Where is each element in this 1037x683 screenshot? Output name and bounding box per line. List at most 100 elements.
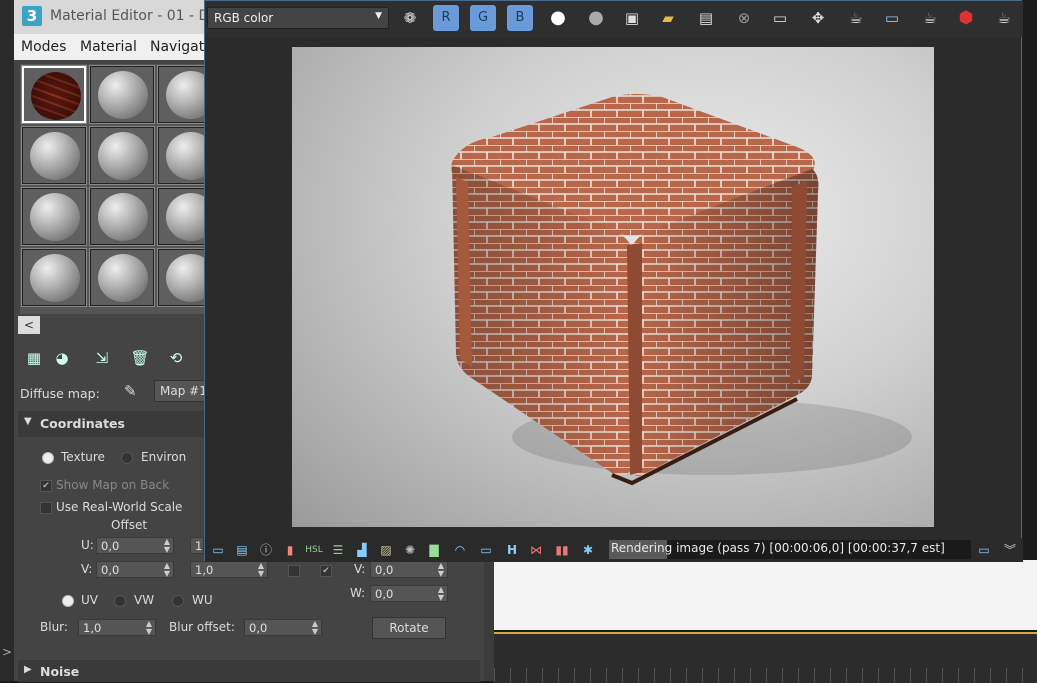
- noise-rollout-header[interactable]: ▶ Noise: [18, 660, 480, 682]
- region-icon[interactable]: ✥: [805, 5, 831, 31]
- collapse-slots-button[interactable]: <: [18, 316, 40, 334]
- expand-arrow-icon: ▼: [24, 416, 32, 427]
- app-logo-icon: 3: [22, 6, 42, 26]
- menu-navigation[interactable]: Navigat: [150, 39, 204, 55]
- teapot-icon[interactable]: ☕: [991, 5, 1017, 31]
- layers-icon[interactable]: ▤: [233, 542, 251, 558]
- lut-icon[interactable]: ▭: [477, 542, 495, 558]
- uv-label: UV: [81, 593, 98, 607]
- frame-buffer-window: RGB color ▼ ❁ R G B ● ● ▣ ▰ ▤ ⊗ ▭ ✥ ☕ ▭ …: [204, 0, 1023, 562]
- material-slot-brick[interactable]: [21, 65, 87, 124]
- channel-dropdown[interactable]: RGB color ▼: [207, 7, 389, 29]
- sphere-preview: [98, 132, 148, 180]
- blur-offset-spinner[interactable]: 0,0 ▲ ▼: [244, 619, 322, 636]
- environ-radio[interactable]: [121, 452, 133, 464]
- show-map-on-back-label: Show Map on Back: [56, 478, 170, 492]
- material-slot[interactable]: [89, 65, 155, 124]
- compare-icon[interactable]: ⋈: [527, 542, 545, 558]
- get-material-icon[interactable]: ▦: [24, 348, 44, 368]
- open-folder-icon[interactable]: ▰: [655, 5, 681, 31]
- viewport-background: [494, 560, 1037, 630]
- sphere-preview: [98, 193, 148, 241]
- display-icon[interactable]: ▭: [767, 5, 793, 31]
- material-slot[interactable]: [89, 187, 155, 246]
- render-status-text: Rendering image (pass 7) [00:00:06,0] [0…: [611, 541, 945, 555]
- frame-buffer-toolbar: RGB color ▼ ❁ R G B ● ● ▣ ▰ ▤ ⊗ ▭ ✥ ☕ ▭ …: [205, 1, 1023, 37]
- green-channel-button[interactable]: G: [470, 5, 496, 31]
- tile-checkbox[interactable]: ✔: [320, 565, 332, 577]
- teapot-region-icon[interactable]: ☕: [917, 5, 943, 31]
- history-icon[interactable]: ▭: [209, 542, 227, 558]
- material-slot[interactable]: [21, 248, 87, 307]
- noise-title: Noise: [40, 664, 80, 679]
- mono-icon[interactable]: ●: [583, 5, 609, 31]
- v-offset-spinner[interactable]: 0,0 ▲ ▼: [96, 561, 174, 578]
- rotate-button[interactable]: Rotate: [372, 617, 446, 639]
- blur-label: Blur:: [40, 620, 68, 634]
- curves-chart-icon[interactable]: ▟: [353, 542, 371, 558]
- material-slot[interactable]: [89, 248, 155, 307]
- material-slot[interactable]: [21, 187, 87, 246]
- blue-channel-button[interactable]: B: [507, 5, 533, 31]
- color-correction-icon[interactable]: ▮: [281, 542, 299, 558]
- put-to-scene-icon[interactable]: ◕: [52, 348, 72, 368]
- side-expand-icon[interactable]: >: [2, 645, 12, 659]
- use-real-world-scale-label: Use Real-World Scale: [56, 500, 183, 514]
- stop-render-icon[interactable]: ⬢: [953, 5, 979, 31]
- w-angle-spinner[interactable]: 0,0 ▲ ▼: [370, 585, 448, 602]
- blur-spinner[interactable]: 1,0 ▲ ▼: [78, 619, 156, 636]
- menu-modes[interactable]: Modes: [21, 39, 66, 55]
- sample-slots-grid: [20, 64, 223, 314]
- wu-label: WU: [192, 593, 213, 607]
- bloom-icon[interactable]: ✺: [401, 542, 419, 558]
- info-icon[interactable]: ⓘ: [257, 542, 275, 558]
- expand-down-icon[interactable]: ︾: [1001, 542, 1019, 558]
- blur-offset-label: Blur offset:: [169, 620, 235, 634]
- uv-radio[interactable]: [62, 595, 74, 607]
- sphere-preview: [30, 254, 80, 302]
- delete-icon[interactable]: 🗑: [130, 348, 150, 368]
- channel-value: RGB color: [214, 11, 274, 25]
- exposure-icon[interactable]: ▨: [377, 542, 395, 558]
- curve-icon[interactable]: ◠: [451, 542, 469, 558]
- mirror-checkbox[interactable]: [288, 565, 300, 577]
- render-viewport[interactable]: [292, 47, 934, 527]
- clipboard-icon[interactable]: ▤: [693, 5, 719, 31]
- save-icon[interactable]: ▣: [619, 5, 645, 31]
- use-real-world-scale-checkbox[interactable]: [40, 502, 52, 514]
- color-channels-icon[interactable]: ❁: [397, 5, 423, 31]
- window-icon[interactable]: ▭: [975, 542, 993, 558]
- timeline-bar[interactable]: [494, 632, 1037, 683]
- image-icon[interactable]: ▇: [425, 542, 443, 558]
- material-slot[interactable]: [21, 126, 87, 185]
- v-angle-spinner[interactable]: 0,0 ▲ ▼: [370, 561, 448, 578]
- red-channel-button[interactable]: R: [433, 5, 459, 31]
- alpha-white-icon[interactable]: ●: [545, 5, 571, 31]
- make-unique-icon[interactable]: ⟲: [166, 348, 186, 368]
- vw-radio[interactable]: [114, 595, 126, 607]
- texture-radio[interactable]: [42, 452, 54, 464]
- u-offset-spinner[interactable]: 0,0 ▲ ▼: [96, 537, 174, 554]
- stamp-icon[interactable]: H: [503, 542, 521, 558]
- v-label: V:: [81, 562, 93, 576]
- menu-material[interactable]: Material: [80, 39, 137, 55]
- u-tiling-spinner[interactable]: 1: [190, 537, 204, 554]
- timeline-ticks: [494, 668, 1037, 682]
- u-label: U:: [81, 538, 94, 552]
- collapsed-arrow-icon: ▶: [24, 664, 32, 675]
- lens-effects-icon[interactable]: ✱: [579, 542, 597, 558]
- frame-buffer-statusbar: ▭ ▤ ⓘ ▮ HSL ☰ ▟ ▨ ✺ ▇ ◠ ▭ H ⋈ ▮▮ ✱ Rende…: [205, 538, 1023, 562]
- vfb-icon[interactable]: ▭: [879, 5, 905, 31]
- material-slot[interactable]: [89, 126, 155, 185]
- split-icon[interactable]: ▮▮: [553, 542, 571, 558]
- clear-icon[interactable]: ⊗: [731, 5, 757, 31]
- wu-radio[interactable]: [172, 595, 184, 607]
- hsl-icon[interactable]: HSL: [305, 542, 323, 558]
- teapot-render-icon[interactable]: ☕: [843, 5, 869, 31]
- show-map-on-back-checkbox[interactable]: ✔: [40, 480, 52, 492]
- v-angle-label: V:: [354, 562, 366, 576]
- v-tiling-spinner[interactable]: 1,0 ▲ ▼: [190, 561, 268, 578]
- assign-to-selection-icon[interactable]: ⇲: [92, 348, 112, 368]
- eyedropper-icon[interactable]: ✎: [124, 382, 142, 400]
- levels-icon[interactable]: ☰: [329, 542, 347, 558]
